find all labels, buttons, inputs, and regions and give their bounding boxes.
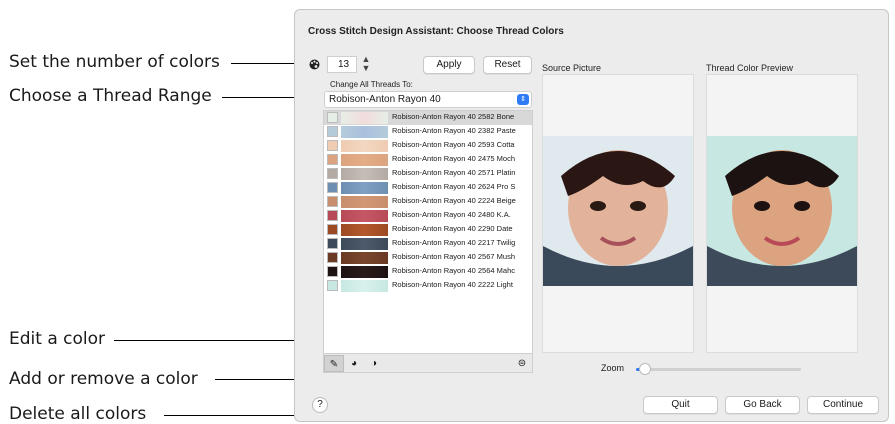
thread-row[interactable]: Robison-Anton Rayon 40 2222 Light [324, 279, 532, 293]
thread-label: Robison-Anton Rayon 40 2222 Light [392, 280, 513, 289]
thread-label: Robison-Anton Rayon 40 2217 Twilig [392, 238, 516, 247]
color-count-input[interactable]: 13 [327, 56, 357, 73]
thread-sample [341, 154, 388, 166]
thread-label: Robison-Anton Rayon 40 2475 Moch [392, 154, 515, 163]
thread-row[interactable]: Robison-Anton Rayon 40 2567 Mush [324, 251, 532, 265]
thread-swatch [327, 224, 338, 235]
zoom-slider[interactable] [636, 363, 801, 375]
thread-row[interactable]: Robison-Anton Rayon 40 2582 Bone [324, 111, 532, 125]
thread-label: Robison-Anton Rayon 40 2571 Platin [392, 168, 516, 177]
thread-sample [341, 210, 388, 222]
thread-row[interactable]: Robison-Anton Rayon 40 2564 Mahc [324, 265, 532, 279]
choose-thread-colors-dialog: Cross Stitch Design Assistant: Choose Th… [294, 9, 889, 422]
edit-color-button[interactable]: ✎ [324, 355, 344, 372]
thread-row[interactable]: Robison-Anton Rayon 40 2290 Date [324, 223, 532, 237]
thread-sample [341, 112, 388, 124]
thread-swatch [327, 238, 338, 249]
thread-label: Robison-Anton Rayon 40 2480 K.A. [392, 210, 511, 219]
callout-thread-range: Choose a Thread Range [9, 86, 212, 106]
preview-photo [707, 136, 857, 286]
thread-sample [341, 182, 388, 194]
thread-swatch [327, 210, 338, 221]
thread-sample [341, 252, 388, 264]
source-picture-pane [542, 74, 694, 353]
thread-row[interactable]: Robison-Anton Rayon 40 2480 K.A. [324, 209, 532, 223]
thread-sample [341, 140, 388, 152]
delete-all-button[interactable]: ⊜ [512, 355, 532, 372]
thread-sample [341, 168, 388, 180]
thread-swatch [327, 168, 338, 179]
thread-swatch [327, 112, 338, 123]
palette-icon [309, 59, 320, 70]
thread-row[interactable]: Robison-Anton Rayon 40 2475 Moch [324, 153, 532, 167]
thread-sample [341, 196, 388, 208]
callout-edit-color: Edit a color [9, 329, 106, 349]
thread-swatch [327, 126, 338, 137]
thread-swatch [327, 280, 338, 291]
thread-swatch [327, 252, 338, 263]
list-toolbar: ✎ ◕ ◑ ⊜ [323, 353, 533, 373]
thread-swatch [327, 154, 338, 165]
thread-swatch [327, 196, 338, 207]
quit-button[interactable]: Quit [643, 396, 718, 414]
thread-row[interactable]: Robison-Anton Rayon 40 2382 Paste [324, 125, 532, 139]
apply-button[interactable]: Apply [423, 56, 475, 74]
add-palette-icon: ◕ [350, 358, 358, 369]
add-color-button[interactable]: ◕ [344, 355, 364, 372]
remove-color-button[interactable]: ◑ [364, 355, 384, 372]
thread-label: Robison-Anton Rayon 40 2382 Paste [392, 126, 516, 135]
help-button[interactable]: ? [312, 397, 328, 413]
dialog-title: Cross Stitch Design Assistant: Choose Th… [308, 26, 564, 37]
thread-swatch [327, 266, 338, 277]
thread-sample [341, 280, 388, 292]
thread-label: Robison-Anton Rayon 40 2582 Bone [392, 112, 515, 121]
thread-sample [341, 126, 388, 138]
source-photo [543, 136, 693, 286]
go-back-button[interactable]: Go Back [725, 396, 800, 414]
thread-label: Robison-Anton Rayon 40 2593 Cotta [392, 140, 515, 149]
thread-preview-label: Thread Color Preview [706, 63, 794, 73]
eyedropper-icon: ✎ [329, 359, 339, 370]
thread-range-select[interactable]: Robison-Anton Rayon 40 ⇕ [324, 91, 532, 108]
remove-palette-icon: ◑ [370, 358, 378, 369]
callout-delete-all: Delete all colors [9, 404, 147, 424]
color-count-stepper[interactable]: ▲ ▼ [360, 55, 372, 73]
thread-label: Robison-Anton Rayon 40 2564 Mahc [392, 266, 515, 275]
change-all-label: Change All Threads To: [330, 80, 413, 89]
source-picture-label: Source Picture [542, 63, 602, 73]
thread-sample [341, 224, 388, 236]
thread-sample [341, 266, 388, 278]
trash-icon: ⊜ [517, 358, 527, 369]
thread-swatch [327, 140, 338, 151]
thread-color-list[interactable]: Robison-Anton Rayon 40 2582 Bone Robison-… [323, 110, 533, 364]
thread-row[interactable]: Robison-Anton Rayon 40 2571 Platin [324, 167, 532, 181]
thread-row[interactable]: Robison-Anton Rayon 40 2224 Beige [324, 195, 532, 209]
reset-button[interactable]: Reset [483, 56, 532, 74]
thread-row[interactable]: Robison-Anton Rayon 40 2593 Cotta [324, 139, 532, 153]
thread-label: Robison-Anton Rayon 40 2624 Pro S [392, 182, 516, 191]
select-arrows-icon: ⇕ [517, 94, 529, 105]
thread-row[interactable]: Robison-Anton Rayon 40 2624 Pro S [324, 181, 532, 195]
thread-preview-pane [706, 74, 858, 353]
callout-add-remove: Add or remove a color [9, 369, 198, 389]
callout-set-number: Set the number of colors [9, 52, 220, 72]
thread-label: Robison-Anton Rayon 40 2290 Date [392, 224, 513, 233]
thread-range-value: Robison-Anton Rayon 40 [329, 94, 441, 105]
zoom-slider-thumb[interactable] [638, 363, 651, 375]
zoom-label: Zoom [601, 363, 625, 373]
chevron-down-icon: ▼ [361, 63, 371, 73]
thread-swatch [327, 182, 338, 193]
thread-label: Robison-Anton Rayon 40 2224 Beige [392, 196, 516, 205]
continue-button[interactable]: Continue [807, 396, 879, 414]
thread-label: Robison-Anton Rayon 40 2567 Mush [392, 252, 515, 261]
thread-sample [341, 238, 388, 250]
thread-row[interactable]: Robison-Anton Rayon 40 2217 Twilig [324, 237, 532, 251]
